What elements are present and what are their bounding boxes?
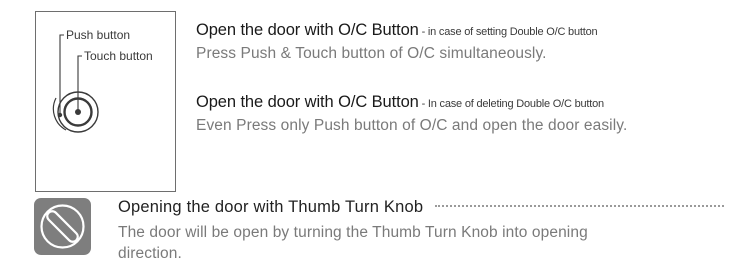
instruction-heading: Open the door with O/C Button - in case …	[196, 20, 748, 40]
instruction-deleting-double-oc: Open the door with O/C Button - In case …	[196, 92, 748, 136]
thumb-turn-section: Opening the door with Thumb Turn Knob Th…	[118, 196, 728, 264]
thumb-turn-heading: Opening the door with Thumb Turn Knob	[118, 196, 728, 218]
touch-button-center	[75, 109, 81, 115]
instruction-heading: Open the door with O/C Button - In case …	[196, 92, 748, 112]
thumb-turn-knob-icon	[34, 198, 91, 255]
thumb-turn-title: Opening the door with Thumb Turn Knob	[118, 198, 424, 216]
thumb-turn-body: The door will be open by turning the Thu…	[118, 224, 588, 262]
instruction-setting-double-oc: Open the door with O/C Button - in case …	[196, 20, 748, 64]
instruction-body: Press Push & Touch button of O/C simulta…	[196, 45, 547, 62]
touch-button-callout-line	[77, 55, 82, 112]
dotted-leader	[435, 205, 724, 207]
instruction-note: - In case of deleting Double O/C button	[418, 98, 605, 110]
instruction-title: Open the door with O/C Button	[196, 93, 419, 111]
instruction-title: Open the door with O/C Button	[196, 21, 419, 39]
thumb-turn-knob-graphic	[40, 204, 85, 249]
touch-button-label: Touch button	[84, 49, 153, 63]
oc-button-diagram: Push button Touch button	[35, 11, 176, 192]
instruction-note: - in case of setting Double O/C button	[418, 26, 598, 38]
instruction-body: Even Press only Push button of O/C and o…	[196, 117, 628, 134]
push-button-label: Push button	[66, 28, 131, 42]
